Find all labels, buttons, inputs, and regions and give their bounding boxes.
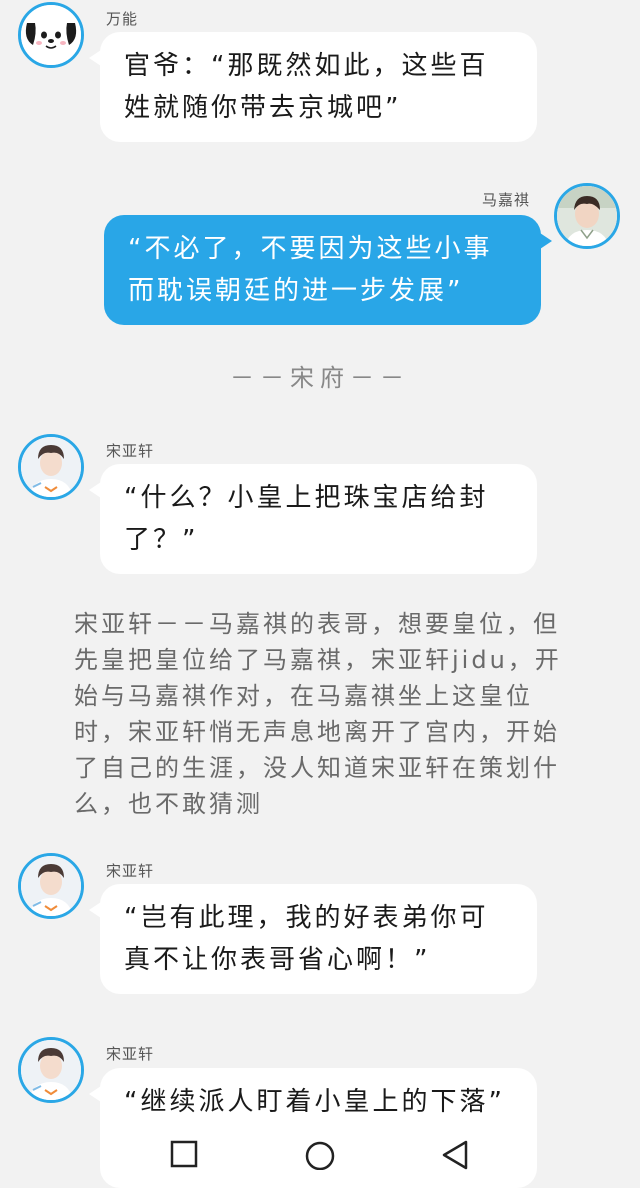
triangle-back-icon[interactable] [440,1140,470,1170]
avatar-songyaxuan[interactable] [18,853,84,919]
avatar-songyaxuan[interactable] [18,434,84,500]
avatar-songyaxuan[interactable] [18,1037,84,1103]
sender-name: 宋亚轩 [106,1045,155,1063]
cartoon-dog-icon [21,5,81,65]
avatar-wanneng[interactable] [18,2,84,68]
scene-separator: －－宋府－－ [230,364,410,392]
navigation-bar [0,1140,640,1170]
circle-icon[interactable] [304,1140,336,1170]
avatar-majiaqi[interactable] [554,183,620,249]
chat-bubble[interactable]: “岂有此理，我的好表弟你可真不让你表哥省心啊！” [89,884,537,994]
sender-name: 宋亚轩 [106,442,155,460]
sender-name: 马嘉祺 [482,191,531,209]
narration-text: 宋亚轩－－马嘉祺的表哥，想要皇位，但先皇把皇位给了马嘉祺，宋亚轩jidu，开始与… [74,610,562,818]
chat-bubble[interactable]: “不必了，不要因为这些小事而耽误朝廷的进一步发展” [104,215,552,325]
sender-name: 宋亚轩 [106,862,155,880]
young-man-photo-icon [21,437,81,497]
young-man-photo-icon [557,186,617,246]
chat-bubble[interactable]: “继续派人盯着小皇上的下落” [89,1068,537,1188]
chat-bubble[interactable]: 官爷：“那既然如此，这些百姓就随你带去京城吧” [89,32,537,142]
young-man-photo-icon [21,856,81,916]
sender-name: 万能 [106,10,139,28]
young-man-photo-icon [21,1040,81,1100]
chat-bubble[interactable]: “什么？小皇上把珠宝店给封了？” [89,464,537,574]
square-icon[interactable] [170,1140,198,1168]
